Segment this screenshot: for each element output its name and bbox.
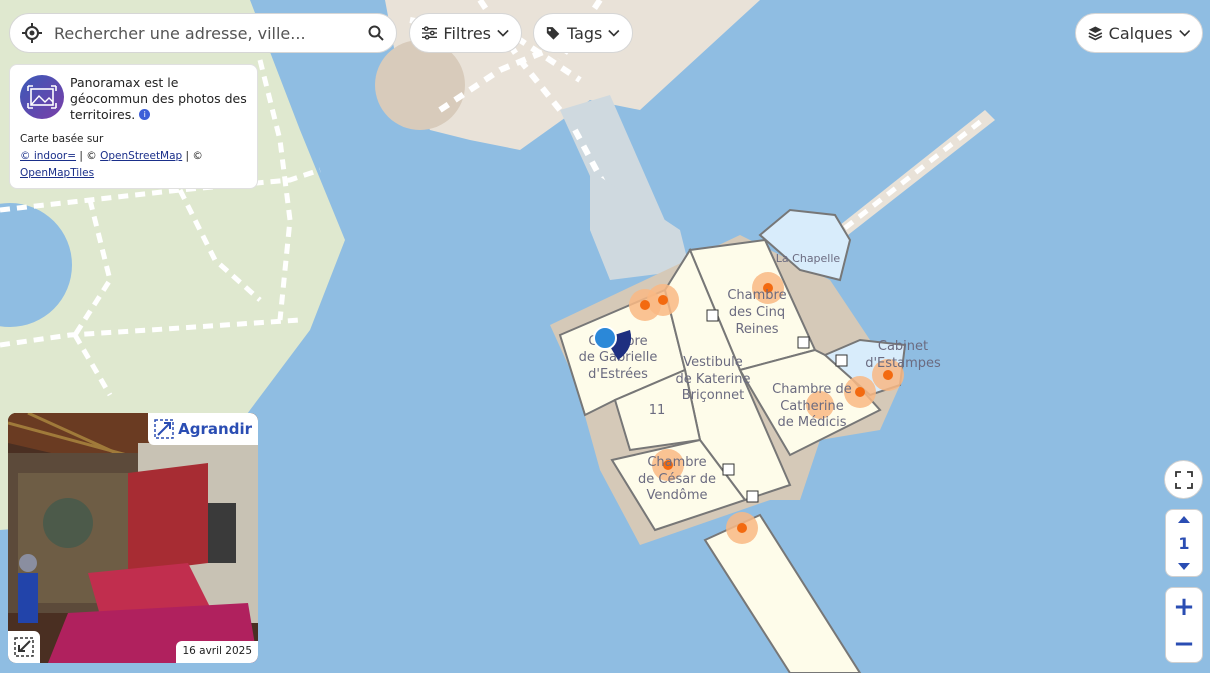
attribution-separator: | © bbox=[76, 150, 101, 162]
chevron-down-icon bbox=[608, 29, 620, 37]
room-label: Chambre de César de Vendôme bbox=[638, 455, 716, 503]
layers-button[interactable]: Calques bbox=[1075, 13, 1203, 53]
tags-label: Tags bbox=[566, 23, 603, 43]
attribution-separator: | © bbox=[182, 150, 203, 162]
level-value: 1 bbox=[1178, 533, 1190, 553]
layers-label: Calques bbox=[1108, 23, 1173, 43]
filters-button[interactable]: Filtres bbox=[409, 13, 522, 53]
locate-icon[interactable] bbox=[22, 23, 42, 43]
fullscreen-icon bbox=[1174, 470, 1193, 489]
indoor-link[interactable]: © indoor= bbox=[20, 150, 76, 162]
search-bar bbox=[9, 13, 397, 53]
tags-button[interactable]: Tags bbox=[533, 13, 633, 53]
arrow-down-icon[interactable] bbox=[1177, 562, 1191, 572]
expand-button[interactable]: Agrandir bbox=[148, 413, 258, 445]
photo-preview-image[interactable] bbox=[8, 413, 258, 663]
sliders-icon bbox=[422, 26, 438, 40]
openstreetmap-link[interactable]: OpenStreetMap bbox=[100, 150, 182, 162]
room-label: Chambre des Cinq Reines bbox=[727, 288, 786, 337]
zoom-out-button[interactable]: − bbox=[1173, 631, 1195, 657]
search-icon[interactable] bbox=[368, 25, 384, 41]
arrow-up-icon[interactable] bbox=[1177, 514, 1191, 524]
expand-icon bbox=[154, 419, 174, 439]
room-label: Chambre de Catherine de Médicis bbox=[772, 382, 852, 430]
panoramax-logo bbox=[20, 75, 64, 119]
filters-label: Filtres bbox=[443, 23, 492, 43]
room-label: 11 bbox=[649, 403, 666, 418]
chevron-down-icon bbox=[1178, 29, 1190, 37]
chevron-down-icon bbox=[497, 29, 509, 37]
attribution: Carte basée sur © indoor= | © OpenStreet… bbox=[20, 131, 247, 182]
photo-date: 16 avril 2025 bbox=[176, 641, 258, 663]
tagline: Panoramax est le géocommun des photos de… bbox=[70, 75, 247, 123]
panoramax-logo-icon bbox=[27, 85, 57, 109]
shrink-icon bbox=[14, 637, 34, 657]
tagline-text: Panoramax est le géocommun des photos de… bbox=[70, 75, 247, 122]
room-label: Vestibule de Katerine Briçonnet bbox=[676, 355, 751, 403]
level-control: 1 bbox=[1165, 509, 1203, 577]
zoom-in-button[interactable]: + bbox=[1173, 594, 1195, 620]
current-position-marker bbox=[593, 326, 617, 350]
shrink-button[interactable] bbox=[8, 631, 40, 663]
tag-icon bbox=[546, 27, 560, 40]
tower bbox=[375, 40, 465, 130]
photo-preview[interactable]: Agrandir 16 avril 2025 bbox=[8, 413, 258, 663]
info-icon[interactable]: i bbox=[139, 109, 151, 120]
info-card: Panoramax est le géocommun des photos de… bbox=[9, 64, 258, 189]
search-input[interactable] bbox=[48, 23, 362, 43]
attribution-prefix: Carte basée sur bbox=[20, 133, 104, 145]
openmaptiles-link[interactable]: OpenMapTiles bbox=[20, 167, 94, 179]
layers-icon bbox=[1088, 26, 1103, 41]
zoom-control: + − bbox=[1165, 587, 1203, 663]
room-label: La Chapelle bbox=[776, 252, 841, 265]
expand-label: Agrandir bbox=[178, 420, 252, 438]
fullscreen-button[interactable] bbox=[1164, 460, 1203, 499]
